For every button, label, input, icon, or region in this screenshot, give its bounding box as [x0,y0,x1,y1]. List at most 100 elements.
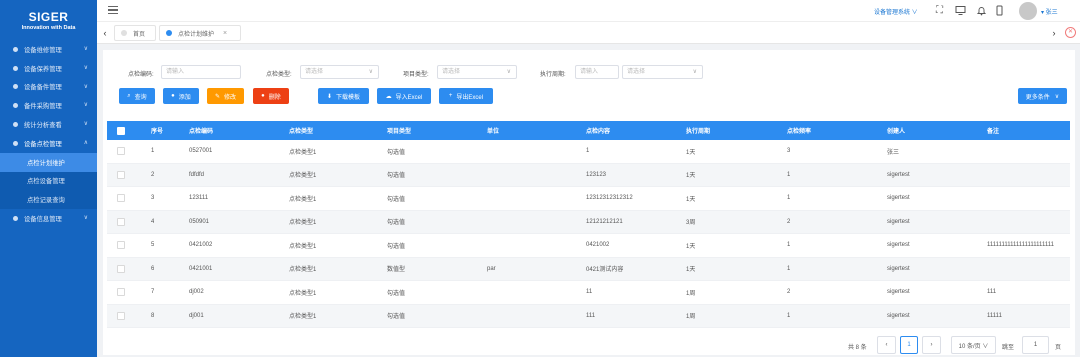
avatar[interactable] [1019,2,1037,20]
execution-period-cell: 1周 [686,290,696,297]
sidebar-item-maintenance[interactable]: 设备保养管理 ∨ [0,59,97,78]
more-conditions-button[interactable]: 更多条件 ∨ [1018,88,1067,104]
remark-cell [987,164,1067,187]
sidebar-subitem-inspection-devices[interactable]: 点检设备管理 [0,171,97,191]
sidebar-menu: 设备维修管理 ∨ 设备保养管理 ∨ 设备备件管理 ∨ 备件采购管理 ∨ 统计分析查看 ∨ … [0,40,97,228]
brand-logo: SIGER Innovation with Data [0,0,97,40]
table-row[interactable]: 5 0421002 点检类型1 勾选值 0421002 1天 1 sigertest 11111… [107,234,1070,258]
column-header[interactable]: 点检类型 [289,121,313,140]
sidebar-item-purchasing[interactable]: 备件采购管理 ∨ [0,96,97,115]
column-header[interactable]: 备注 [987,121,999,140]
export-excel-button[interactable]: + 导出Excel [439,88,493,104]
remark-cell: 111 [987,289,997,296]
table-header: 序号 点检编码 点检类型 项目类型 单位 点检内容 执行周期 点检频率 创建人 … [107,121,1070,140]
table-row[interactable]: 2 fdfdfd 点检类型1 勾选值 123123 1天 1 sigertest [107,163,1070,187]
pagination-next-button[interactable]: › [922,336,941,354]
tab-home[interactable]: 首页 [114,25,156,41]
system-switcher[interactable]: 设备管理系统 ∨ [874,7,918,16]
mobile-icon[interactable] [994,5,1005,16]
select-all-checkbox[interactable] [117,121,125,140]
row-checkbox[interactable] [117,281,125,304]
fullscreen-icon[interactable]: ⛶ [934,5,945,16]
sidebar-item-repair[interactable]: 设备维修管理 ∨ [0,40,97,59]
row-checkbox[interactable] [117,187,125,210]
inspection-content-cell: 111 [586,312,596,319]
row-checkbox[interactable] [117,234,125,257]
button-label: 导出Excel [456,94,484,101]
page-size-select[interactable]: 10 条/页 ∨ [951,336,996,354]
sidebar-item-device-info[interactable]: 设备信息管理 ∨ [0,209,97,228]
table-row[interactable]: 8 dj001 点检类型1 勾选值 111 1周 1 sigertest 11111 [107,304,1070,328]
inspection-content-cell: 11 [586,289,593,296]
row-checkbox[interactable] [117,305,125,328]
edit-button[interactable]: ✎ 修改 [207,88,244,104]
table-row[interactable]: 1 0527001 点检类型1 勾选值 1 1天 3 张三 [107,140,1070,164]
tab-scroll-right-icon[interactable]: › [1048,26,1060,40]
column-header[interactable]: 创建人 [887,121,905,140]
sidebar-subitem-inspection-plan[interactable]: 点检计划维护 [0,152,97,172]
column-header[interactable]: 单位 [487,121,499,140]
menu-dot-icon [13,103,18,109]
row-checkbox[interactable] [117,211,125,234]
download-icon: ⬇ [326,93,332,100]
button-label: 更多条件 [1025,94,1050,101]
delete-button[interactable]: ● 删除 [253,88,289,104]
chevron-down-icon: ∨ [83,121,88,128]
search-button[interactable]: ⌕ 查询 [119,88,155,104]
inspection-frequency-cell: 3 [787,148,791,155]
menu-dot-icon [13,140,18,146]
table-row[interactable]: 4 050901 点检类型1 勾选值 12121212121 3周 2 sigertest [107,210,1070,234]
user-menu[interactable]: ▾ 张三 [1041,7,1058,16]
hamburger-menu-icon[interactable] [108,6,118,15]
pagination-total: 共 8 条 [848,345,867,351]
column-header[interactable]: 点检内容 [586,121,610,140]
table-body: 1 0527001 点检类型1 勾选值 1 1天 3 张三 2 fdfdfd 点检类型1 勾选值 123… [107,140,1070,328]
top-bar: 设备管理系统 ∨ ⛶ ▾ 张三 [97,0,1080,22]
row-index-cell: 1 [151,148,155,155]
chevron-down-icon: ∨ [1054,93,1060,100]
item-type-cell: 数值型 [387,267,406,274]
sidebar-item-spare-parts[interactable]: 设备备件管理 ∨ [0,78,97,97]
table-row[interactable]: 3 123111 点检类型1 勾选值 12312312312312 1天 1 sigertes… [107,187,1070,211]
row-checkbox[interactable] [117,258,125,281]
close-all-tabs-icon[interactable]: ✕ [1065,27,1076,38]
tab-status-dot [121,30,127,36]
filter-item-type-select[interactable]: 请选择 ∨ [437,65,517,79]
filter-code-input[interactable]: 请输入 [161,65,241,79]
pagination-prev-button[interactable]: ‹ [877,336,896,354]
sidebar-item-label: 统计分析查看 [24,122,62,130]
bell-icon[interactable] [976,5,987,16]
menu-dot-icon [13,65,18,71]
sidebar-item-statistics[interactable]: 统计分析查看 ∨ [0,115,97,134]
inspection-content-cell: 12121212121 [586,218,623,225]
sidebar-subitem-label: 点检计划维护 [27,159,65,167]
sidebar: SIGER Innovation with Data 设备维修管理 ∨ 设备保养管… [0,0,97,357]
sidebar-item-inspection[interactable]: 设备点检管理 ∧ [0,134,97,153]
pagination-page-button[interactable]: 1 [900,336,918,354]
sidebar-subitem-inspection-records[interactable]: 点检记录查询 [0,190,97,210]
column-header[interactable]: 序号 [151,121,163,140]
monitor-icon[interactable] [955,5,966,16]
tab-inspection-plan[interactable]: 点检计划维护 × [159,25,241,41]
remark-cell [987,187,1067,210]
column-header[interactable]: 执行周期 [686,121,710,140]
import-excel-button[interactable]: ☁ 导入Excel [377,88,431,104]
column-header[interactable]: 点检编码 [189,121,213,140]
download-template-button[interactable]: ⬇ 下载模板 [318,88,369,104]
add-button[interactable]: ● 添加 [163,88,199,104]
goto-page-input[interactable]: 1 [1022,336,1049,354]
close-icon[interactable]: × [223,30,227,37]
execution-period-cell: 3周 [686,220,696,227]
row-checkbox[interactable] [117,164,125,187]
filter-type-select[interactable]: 请选择 ∨ [300,65,379,79]
column-header[interactable]: 项目类型 [387,121,411,140]
column-header[interactable]: 点检频率 [787,121,811,140]
filter-period-unit-select[interactable]: 请选择 ∨ [622,65,703,79]
filter-period-input[interactable]: 请输入 [575,65,619,79]
execution-period-cell: 1天 [686,173,696,180]
remark-cell [987,140,1067,163]
tab-scroll-left-icon[interactable]: ‹ [99,26,111,40]
table-row[interactable]: 7 dj002 点检类型1 勾选值 11 1周 2 sigertest 111 [107,281,1070,305]
row-checkbox[interactable] [117,140,125,163]
table-row[interactable]: 6 0421001 点检类型1 数值型 par 0421测试内容 1天 1 sigertest [107,257,1070,281]
